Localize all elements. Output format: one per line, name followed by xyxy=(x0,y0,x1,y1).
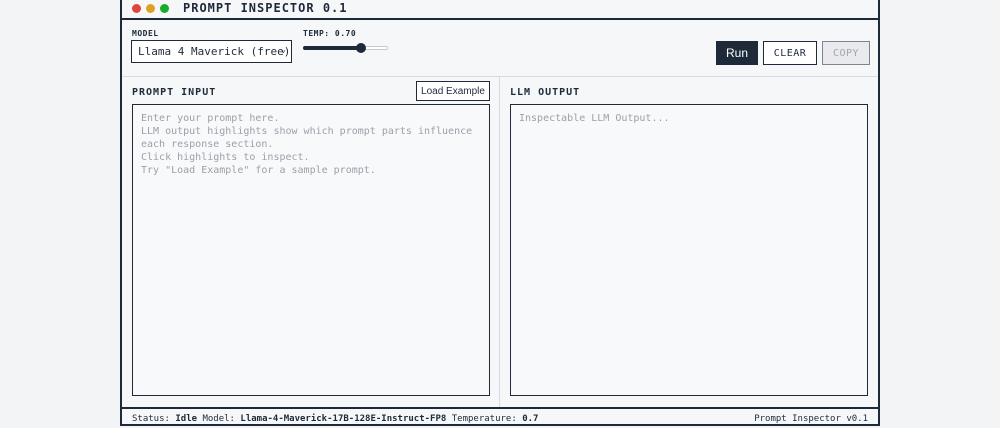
model-label: MODEL xyxy=(132,29,159,38)
load-example-button[interactable]: Load Example xyxy=(416,81,490,101)
temperature-key: Temperature: xyxy=(451,414,517,424)
output-pane-title: LLM OUTPUT xyxy=(510,87,581,98)
model-select[interactable]: Llama 4 Maverick (free) ⌄ xyxy=(131,40,292,63)
prompt-pane-title: PROMPT INPUT xyxy=(132,87,217,98)
slider-fill xyxy=(303,46,361,50)
version-label: Prompt Inspector v0.1 xyxy=(754,414,868,424)
status-bar: Status: Idle Model: Llama-4-Maverick-17B… xyxy=(122,407,878,428)
status-key: Status: xyxy=(132,414,170,424)
close-window-dot[interactable] xyxy=(132,3,141,13)
model-value: Llama-4-Maverick-17B-128E-Instruct-FP8 xyxy=(240,414,447,424)
title-bar: PROMPT INSPECTOR 0.1 xyxy=(122,0,878,20)
model-key: Model: xyxy=(202,414,235,424)
slider-thumb[interactable] xyxy=(355,43,366,53)
llm-output[interactable]: Inspectable LLM Output... xyxy=(510,104,868,396)
toolbar: MODEL Llama 4 Maverick (free) ⌄ TEMP: 0.… xyxy=(122,20,878,77)
clear-button[interactable]: CLEAR xyxy=(763,41,817,65)
output-pane: LLM OUTPUT Inspectable LLM Output... xyxy=(500,77,878,407)
temperature-label: TEMP: 0.70 xyxy=(303,29,357,38)
status-info: Status: Idle Model: Llama-4-Maverick-17B… xyxy=(132,414,538,424)
prompt-pane: PROMPT INPUT Load Example Enter your pro… xyxy=(122,77,500,407)
app-window: PROMPT INSPECTOR 0.1 MODEL Llama 4 Maver… xyxy=(120,0,880,426)
minimize-window-dot[interactable] xyxy=(146,3,155,13)
status-value: Idle xyxy=(175,414,198,424)
copy-button[interactable]: COPY xyxy=(822,41,870,65)
prompt-input[interactable]: Enter your prompt here. LLM output highl… xyxy=(132,104,490,396)
temperature-value: 0.7 xyxy=(522,414,539,424)
maximize-window-dot[interactable] xyxy=(160,3,169,13)
chevron-down-icon: ⌄ xyxy=(280,45,286,55)
panes: PROMPT INPUT Load Example Enter your pro… xyxy=(122,77,878,407)
app-title: PROMPT INSPECTOR 0.1 xyxy=(183,1,348,15)
model-select-value: Llama 4 Maverick (free) xyxy=(138,45,291,58)
run-button[interactable]: Run xyxy=(716,41,758,65)
temperature-slider[interactable] xyxy=(303,43,388,53)
